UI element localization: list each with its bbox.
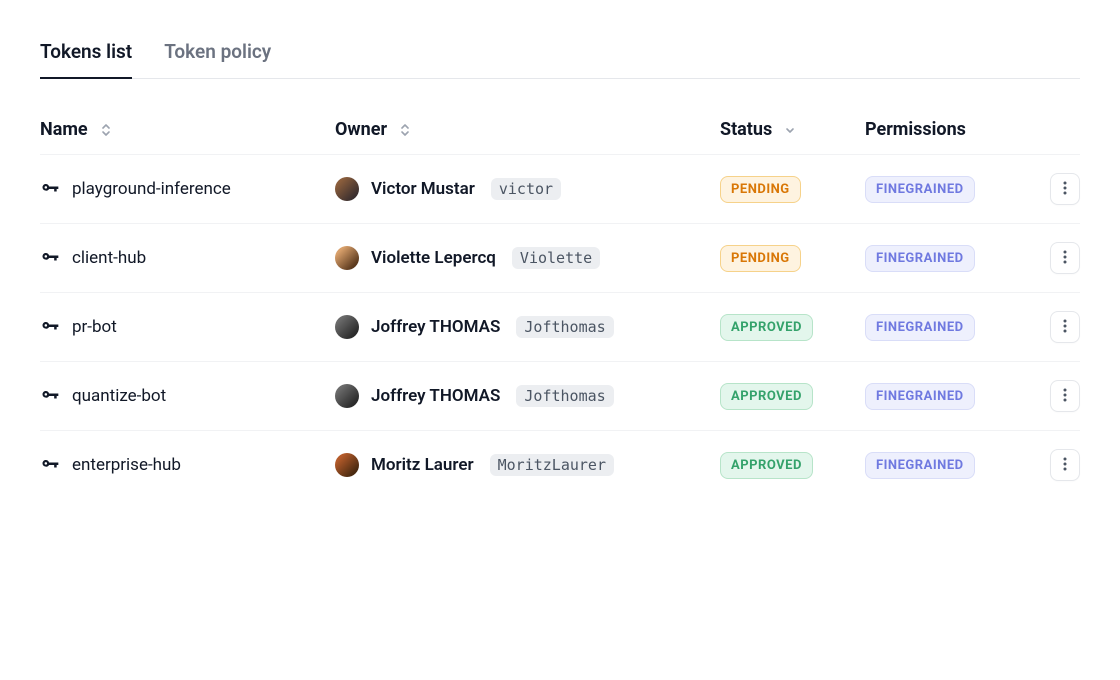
permission-badge: FINEGRAINED (865, 314, 975, 341)
status-badge: PENDING (720, 245, 801, 272)
permission-cell: FINEGRAINED (865, 383, 1025, 410)
key-icon (40, 455, 60, 475)
more-icon (1063, 456, 1067, 475)
permission-badge: FINEGRAINED (865, 452, 975, 479)
tab-tokens-list[interactable]: Tokens list (40, 40, 132, 79)
status-cell: APPROVED (720, 314, 865, 341)
col-permissions-label: Permissions (865, 119, 966, 140)
owner-cell: Joffrey THOMAS Jofthomas (335, 384, 720, 408)
row-menu-button[interactable] (1050, 380, 1080, 412)
status-badge: APPROVED (720, 452, 813, 479)
token-name: quantize-bot (72, 386, 166, 406)
more-icon (1063, 180, 1067, 199)
owner-cell: Moritz Laurer MoritzLaurer (335, 453, 720, 477)
col-name-label: Name (40, 119, 88, 140)
tab-token-policy[interactable]: Token policy (164, 40, 271, 79)
col-owner[interactable]: Owner (335, 119, 720, 140)
chevron-down-icon (784, 122, 796, 138)
owner-name: Joffrey THOMAS (371, 317, 500, 337)
permission-cell: FINEGRAINED (865, 176, 1025, 203)
table-row: quantize-bot Joffrey THOMAS Jofthomas AP… (40, 361, 1080, 430)
col-status-label: Status (720, 119, 772, 140)
permission-cell: FINEGRAINED (865, 452, 1025, 479)
username-tag: Jofthomas (516, 316, 613, 338)
token-name-cell: playground-inference (40, 179, 335, 199)
col-permissions: Permissions (865, 119, 1025, 140)
owner-name: Violette Lepercq (371, 248, 496, 268)
permission-badge: FINEGRAINED (865, 383, 975, 410)
key-icon (40, 386, 60, 406)
table-row: client-hub Violette Lepercq Violette PEN… (40, 223, 1080, 292)
token-name: enterprise-hub (72, 455, 181, 475)
more-icon (1063, 249, 1067, 268)
status-badge: APPROVED (720, 314, 813, 341)
token-name: client-hub (72, 248, 146, 268)
table-row: enterprise-hub Moritz Laurer MoritzLaure… (40, 430, 1080, 499)
sort-icon (100, 122, 112, 138)
row-menu-button[interactable] (1050, 311, 1080, 343)
table-header: Name Owner Status Permi (40, 111, 1080, 154)
permission-cell: FINEGRAINED (865, 245, 1025, 272)
permission-cell: FINEGRAINED (865, 314, 1025, 341)
row-menu-button[interactable] (1050, 242, 1080, 274)
tabs: Tokens list Token policy (40, 40, 1080, 79)
token-name-cell: quantize-bot (40, 386, 335, 406)
token-name: playground-inference (72, 179, 231, 199)
token-name-cell: pr-bot (40, 317, 335, 337)
actions-cell (1025, 380, 1080, 412)
status-cell: APPROVED (720, 383, 865, 410)
username-tag: Violette (512, 247, 600, 269)
key-icon (40, 179, 60, 199)
key-icon (40, 317, 60, 337)
key-icon (40, 248, 60, 268)
more-icon (1063, 318, 1067, 337)
col-status[interactable]: Status (720, 119, 865, 140)
permission-badge: FINEGRAINED (865, 176, 975, 203)
token-name-cell: enterprise-hub (40, 455, 335, 475)
owner-name: Victor Mustar (371, 179, 475, 199)
table-row: pr-bot Joffrey THOMAS Jofthomas APPROVED… (40, 292, 1080, 361)
permission-badge: FINEGRAINED (865, 245, 975, 272)
avatar (335, 453, 359, 477)
status-badge: APPROVED (720, 383, 813, 410)
more-icon (1063, 387, 1067, 406)
owner-cell: Victor Mustar victor (335, 177, 720, 201)
username-tag: MoritzLaurer (490, 454, 614, 476)
col-name[interactable]: Name (40, 119, 335, 140)
owner-cell: Violette Lepercq Violette (335, 246, 720, 270)
status-badge: PENDING (720, 176, 801, 203)
username-tag: victor (491, 178, 561, 200)
actions-cell (1025, 449, 1080, 481)
row-menu-button[interactable] (1050, 449, 1080, 481)
table-row: playground-inference Victor Mustar victo… (40, 154, 1080, 223)
owner-cell: Joffrey THOMAS Jofthomas (335, 315, 720, 339)
status-cell: PENDING (720, 245, 865, 272)
token-name: pr-bot (72, 317, 117, 337)
actions-cell (1025, 173, 1080, 205)
row-menu-button[interactable] (1050, 173, 1080, 205)
token-name-cell: client-hub (40, 248, 335, 268)
sort-icon (399, 122, 411, 138)
avatar (335, 177, 359, 201)
status-cell: APPROVED (720, 452, 865, 479)
col-owner-label: Owner (335, 119, 387, 140)
username-tag: Jofthomas (516, 385, 613, 407)
owner-name: Moritz Laurer (371, 455, 474, 475)
owner-name: Joffrey THOMAS (371, 386, 500, 406)
avatar (335, 384, 359, 408)
tokens-table: Name Owner Status Permi (40, 111, 1080, 499)
actions-cell (1025, 311, 1080, 343)
actions-cell (1025, 242, 1080, 274)
avatar (335, 246, 359, 270)
status-cell: PENDING (720, 176, 865, 203)
avatar (335, 315, 359, 339)
